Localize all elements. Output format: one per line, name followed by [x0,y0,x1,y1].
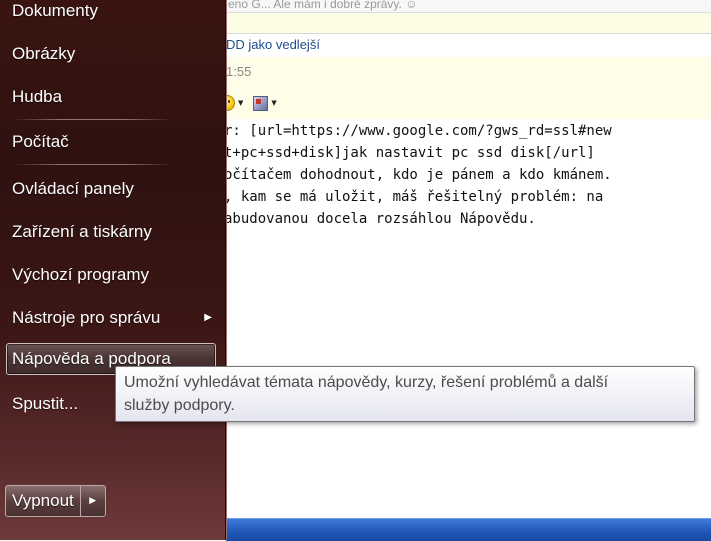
menu-item-label: Výchozí programy [12,265,149,284]
menu-item-admin-tools[interactable]: Nástroje pro správu ▶ [6,302,216,334]
editor-line: r: [url=https://www.google.com/?gws_rd=s… [224,123,612,139]
chevron-right-icon: ▶ [204,312,212,323]
menu-item-label: Hudba [12,87,63,106]
chevron-down-icon: ▼ [271,99,277,107]
menu-item-label: Nástroje pro správu [12,308,161,327]
subject-text: DD jako vedlejší [226,37,320,52]
editor-line: t+pc+ssd+disk]jak nastavit pc ssd disk[/… [224,145,595,161]
shutdown-options-button[interactable]: ▶ [79,485,106,517]
menu-item-label: Obrázky [12,44,76,63]
post-time: 1:55 [226,64,252,79]
chevron-right-icon: ▶ [89,496,97,506]
menu-item-devices-printers[interactable]: Zařízení a tiskárny [6,216,216,248]
editor-toolbar: ▼ ▼ [219,93,285,113]
editor-line: abudovanou docela rozsáhlou Nápovědu. [224,211,536,227]
menu-item-label: Spustit... [12,394,79,413]
menu-item-documents[interactable]: Dokumenty [6,0,216,27]
menu-item-default-programs[interactable]: Výchozí programy [6,259,216,291]
menu-separator [12,119,174,120]
emoticon-button[interactable]: ▼ [219,95,251,111]
menu-item-control-panel[interactable]: Ovládací panely [6,173,216,205]
taskbar [226,518,711,541]
menu-item-label: Dokumenty [12,1,98,20]
tooltip-line: služby podpory. [124,397,235,414]
previous-post-strip: eno G... Ale mám i dobré zprávy. ☺ [226,0,711,13]
editor-line: očítačem dohodnout, kdo je pánem a kdo k… [224,167,612,183]
chevron-down-icon: ▼ [238,99,244,107]
menu-separator [12,164,174,165]
tooltip-line: Umožní vyhledávat témata nápovědy, kurzy… [124,374,609,391]
subject-row[interactable]: DD jako vedlejší [226,33,711,58]
editor-line: , kam se má uložit, máš řešitelný problé… [224,189,604,205]
help-tooltip: Umožní vyhledávat témata nápovědy, kurzy… [115,366,695,422]
menu-item-label: Počítač [12,132,69,151]
cube-icon [253,95,269,111]
menu-item-label: Ovládací panely [12,179,134,198]
menu-item-label: Zařízení a tiskárny [12,222,152,241]
insert-object-button[interactable]: ▼ [253,95,284,111]
shutdown-control: Vypnout ▶ [5,485,106,517]
menu-item-pictures[interactable]: Obrázky [6,38,216,70]
start-menu-right-pane: Dokumenty Obrázky Hudba Počítač Ovládací… [0,0,227,540]
menu-item-music[interactable]: Hudba [6,81,216,113]
header-bar [226,13,711,34]
message-editor[interactable]: r: [url=https://www.google.com/?gws_rd=s… [224,120,711,518]
shutdown-button[interactable]: Vypnout [5,485,80,517]
post-meta-area: 1:55 ▼ ▼ [219,57,711,119]
menu-item-computer[interactable]: Počítač [6,126,216,158]
